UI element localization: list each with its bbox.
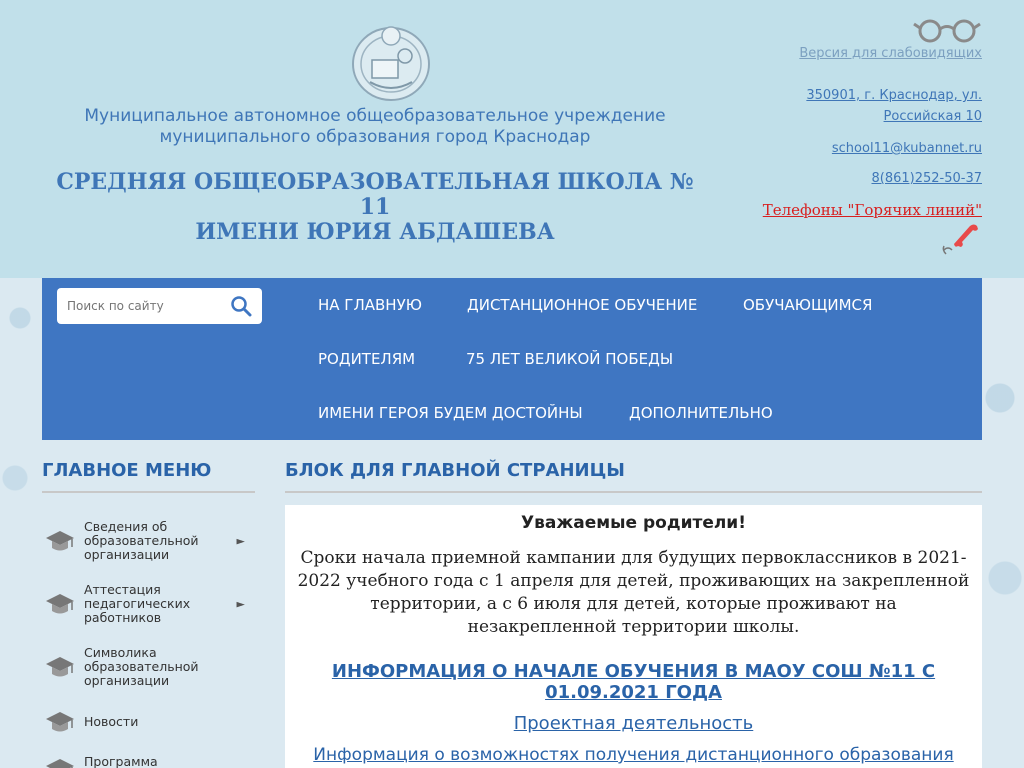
submenu-arrow-icon: ► — [236, 534, 245, 548]
organization-name: Муниципальное автономное общеобразовател… — [60, 106, 690, 148]
graduation-cap-icon — [46, 712, 74, 732]
main-block-title: БЛОК ДЛЯ ГЛАВНОЙ СТРАНИЦЫ — [285, 440, 982, 493]
sidebar: ГЛАВНОЕ МЕНЮ Сведения об образовательной… — [42, 440, 255, 768]
sidebar-menu: Сведения об образовательной организации … — [42, 513, 255, 768]
school-name: СРЕДНЯЯ ОБЩЕОБРАЗОВАТЕЛЬНАЯ ШКОЛА № 11 И… — [40, 170, 710, 245]
sidebar-item-label: Сведения об образовательной организации — [84, 519, 199, 562]
nav-item-victory-75[interactable]: 75 лет Великой Победы — [466, 350, 673, 368]
school-emblem-icon — [352, 26, 430, 101]
graduation-cap-icon — [46, 531, 74, 551]
site-header: Муниципальное автономное общеобразовател… — [0, 0, 1024, 278]
sidebar-item-organization-info[interactable]: Сведения об образовательной организации … — [42, 513, 255, 569]
nav-item-additional[interactable]: Дополнительно — [629, 404, 773, 422]
graduation-cap-icon — [46, 759, 74, 768]
search-icon[interactable] — [230, 295, 252, 317]
search-box[interactable] — [57, 288, 262, 324]
phone-handset-icon[interactable] — [940, 220, 982, 258]
school-name-line2: ИМЕНИ ЮРИЯ АБДАШЕВА — [195, 219, 555, 245]
project-activity-link[interactable]: Проектная деятельность — [295, 713, 972, 734]
org-name-line2: муниципального образования город Краснод… — [159, 127, 591, 147]
distance-education-info-link[interactable]: Информация о возможностях получения дист… — [295, 744, 972, 768]
email-link[interactable]: school11@kubannet.ru — [832, 141, 982, 156]
school-start-info-link[interactable]: ИНФОРМАЦИЯ О НАЧАЛЕ ОБУЧЕНИЯ В МАОУ СОШ … — [295, 661, 972, 703]
nav-item-home[interactable]: На главную — [318, 296, 422, 314]
search-input[interactable] — [67, 295, 217, 317]
hotlines-link[interactable]: Телефоны "Горячих линий" — [763, 201, 982, 219]
submenu-arrow-icon: ► — [236, 597, 245, 611]
address-link-line2[interactable]: Российская 10 — [884, 109, 982, 124]
nav-item-students[interactable]: Обучающимся — [743, 296, 872, 314]
phone-link[interactable]: 8(861)252-50-37 — [871, 171, 982, 186]
main-content: БЛОК ДЛЯ ГЛАВНОЙ СТРАНИЦЫ Уважаемые роди… — [285, 440, 982, 768]
sidebar-item-label: Символика образовательной организации — [84, 645, 199, 688]
main-block-content: Уважаемые родители! Сроки начала приемно… — [285, 505, 982, 768]
sidebar-item-attestation[interactable]: Аттестация педагогических работников ► — [42, 576, 255, 632]
sidebar-item-label: Программа развития — [84, 754, 158, 768]
nav-item-parents[interactable]: Родителям — [318, 350, 415, 368]
graduation-cap-icon — [46, 594, 74, 614]
greeting-heading: Уважаемые родители! — [521, 513, 746, 533]
graduation-cap-icon — [46, 657, 74, 677]
school-name-line1: СРЕДНЯЯ ОБЩЕОБРАЗОВАТЕЛЬНАЯ ШКОЛА № 11 — [56, 169, 694, 220]
nav-item-hero-name[interactable]: Имени героя будем достойны — [318, 404, 583, 422]
org-name-line1: Муниципальное автономное общеобразовател… — [84, 106, 666, 126]
sidebar-item-symbolics[interactable]: Символика образовательной организации — [42, 639, 255, 695]
nav-item-distance-learning[interactable]: Дистанционное обучение — [467, 296, 697, 314]
sidebar-item-label: Аттестация педагогических работников — [84, 582, 191, 625]
sidebar-item-development-program[interactable]: Программа развития — [42, 749, 255, 768]
address-link-line1[interactable]: 350901, г. Краснодар, ул. — [806, 88, 982, 103]
sidebar-item-news[interactable]: Новости — [42, 702, 255, 742]
sidebar-title: ГЛАВНОЕ МЕНЮ — [42, 440, 255, 493]
main-navigation: На главную Дистанционное обучение Обучаю… — [42, 278, 982, 440]
glasses-icon[interactable] — [912, 18, 982, 44]
admission-notice: Сроки начала приемной кампании для будущ… — [297, 548, 970, 637]
sidebar-item-label: Новости — [84, 714, 139, 729]
accessibility-version-link[interactable]: Версия для слабовидящих — [799, 46, 982, 61]
